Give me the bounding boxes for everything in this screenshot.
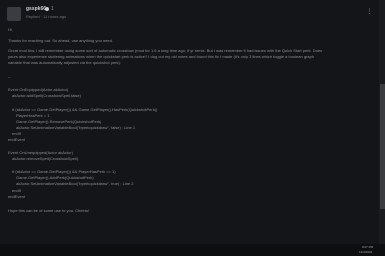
code-line: endIf xyxy=(12,131,21,136)
forum-reply-window: gsspk66 1 Replied · 11 hours ago ⋮ Hi, T… xyxy=(0,0,385,256)
message-line: yours also experience stuttering animati… xyxy=(8,54,315,59)
code-line: Game.GetPlayer().RemovePerk(QuickshotPer… xyxy=(16,119,102,124)
reply-post: gsspk66 1 Replied · 11 hours ago ⋮ Hi, T… xyxy=(0,0,373,245)
badge-count: 1 xyxy=(51,6,54,12)
post-timestamp: Replied · 11 hours ago xyxy=(26,14,67,19)
message-line: Hi, xyxy=(8,27,13,32)
scrollbar-thumb[interactable] xyxy=(380,84,385,209)
more-dots-icon[interactable]: ⋮ xyxy=(365,9,373,17)
code-line: akActor.SetAnimationVariableBool("bperkq… xyxy=(16,125,136,130)
message-line: Hope this can be of some use to you. Che… xyxy=(8,208,90,213)
user-avatar[interactable] xyxy=(7,7,21,21)
message-line: Great mod btw, I still remember using so… xyxy=(8,48,323,53)
code-line: akActor.removeSpell(CrossbowSpell) xyxy=(12,156,79,161)
taskbar-clock-time[interactable]: 9:07 PM xyxy=(362,245,373,249)
code-line: PlayerHasPerk = 1 xyxy=(16,113,50,118)
taskbar-clock-date[interactable]: 12/4/2024 xyxy=(359,250,372,254)
post-header: gsspk66 1 Replied · 11 hours ago ⋮ xyxy=(6,4,372,24)
code-line: akActor.SetAnimationVariableBool("bperkq… xyxy=(16,181,134,186)
code-line: endEvent xyxy=(8,137,25,142)
code-line: If (akActor == Game.GetPlayer()) && Play… xyxy=(12,169,116,174)
message-line: variable that was automatically adjusted… xyxy=(8,60,121,65)
code-line: endEvent xyxy=(8,194,25,199)
code-line: If (akActor == Game.GetPlayer()) && Game… xyxy=(12,107,158,112)
code-line: Event OnUnequipped(Actor akActor) xyxy=(8,150,73,155)
code-line: akActor.addSpell(CrossbowSpell,false) xyxy=(12,93,81,98)
message-line: Thanks for reaching out. So ahead, use a… xyxy=(8,38,113,43)
badge-icon xyxy=(45,7,49,11)
message-line: -- xyxy=(8,74,11,79)
taskbar xyxy=(0,244,385,256)
code-line: Game.GetPlayer().AddPerk(QuickshotPerk) xyxy=(16,175,94,180)
code-line: endIf xyxy=(12,188,21,193)
code-line: Event OnEquipped(Actor akActor) xyxy=(8,87,69,92)
author-name[interactable]: gsspk66 xyxy=(26,6,46,13)
